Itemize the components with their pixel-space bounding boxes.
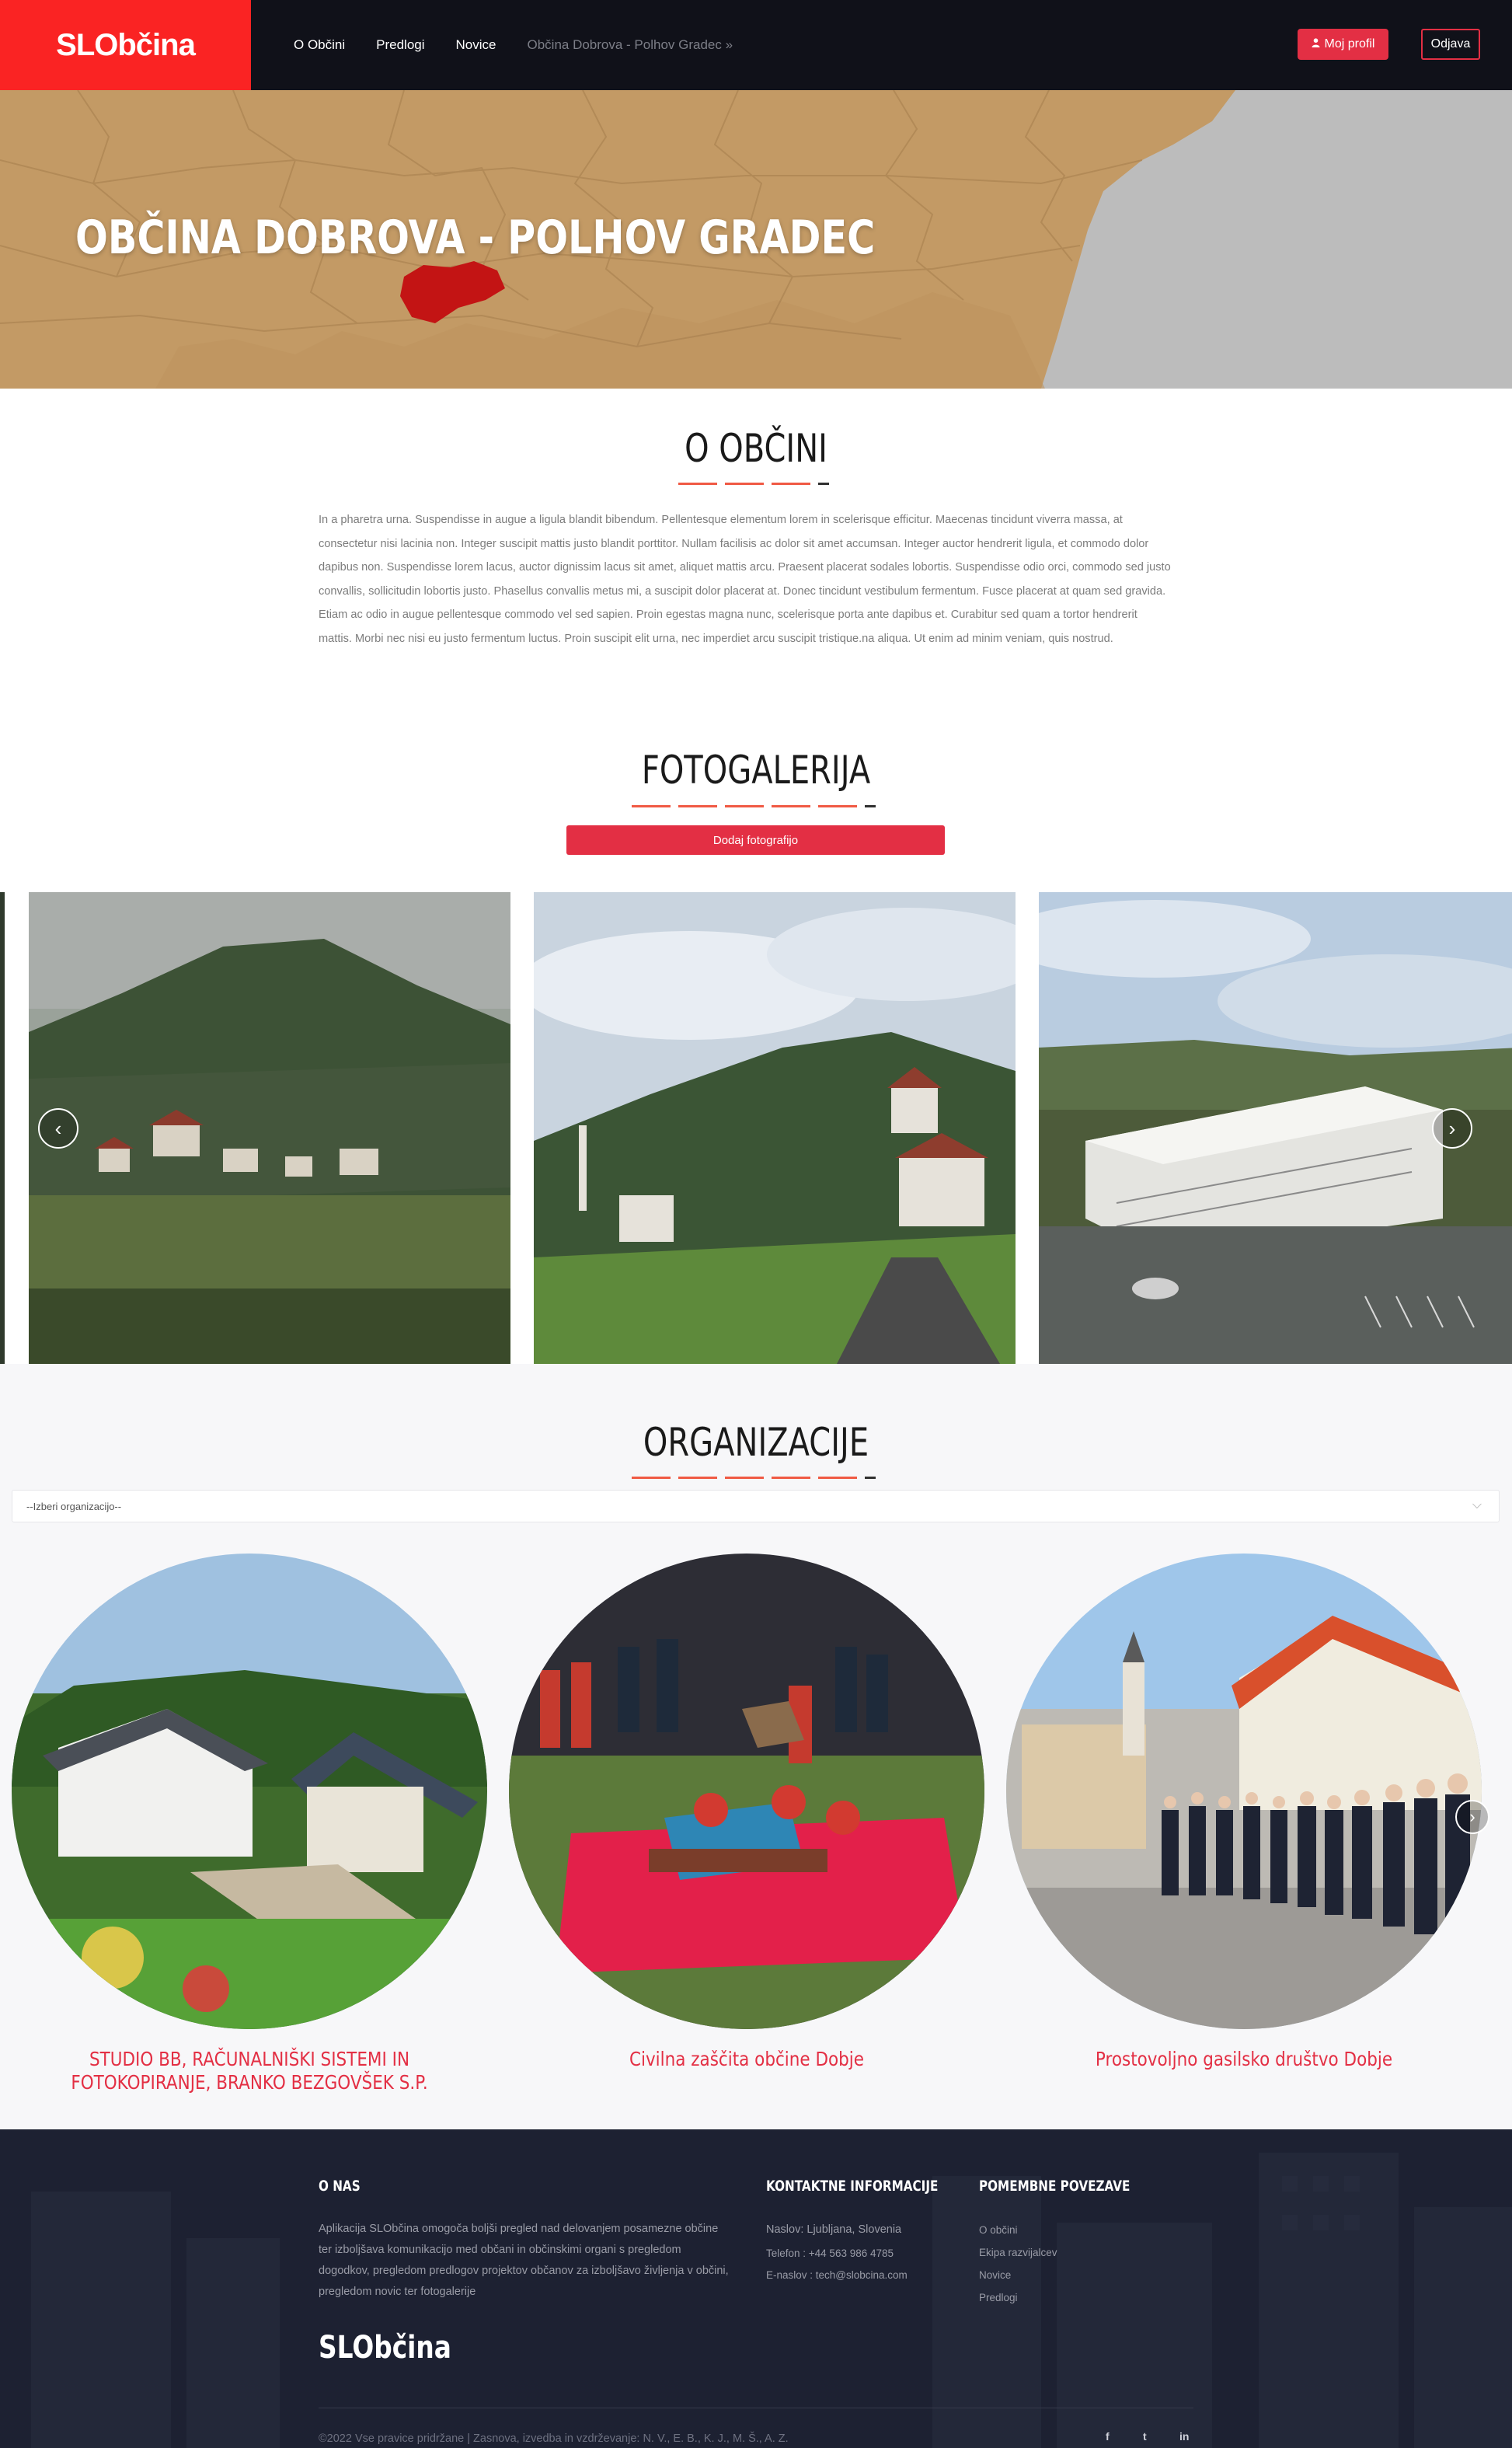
- gallery-prev-arrow[interactable]: ‹: [38, 1108, 78, 1149]
- organization-name[interactable]: STUDIO BB, RAČUNALNIŠKI SISTEMI IN FOTOK…: [45, 2048, 454, 2094]
- gallery-title-underline: [632, 805, 876, 807]
- chevron-left-icon: ‹: [54, 1116, 62, 1140]
- about-text: In a pharetra urna. Suspendisse in augue…: [319, 514, 1171, 645]
- footer-contact-email[interactable]: E-naslov : tech@slobcina.com: [766, 2264, 908, 2286]
- nav-link-o-obcini[interactable]: O Občini: [294, 37, 345, 53]
- photo-gallery-carousel: ‹ ›: [0, 892, 1512, 1364]
- organization-name[interactable]: Prostovoljno gasilsko društvo Dobje: [1040, 2048, 1448, 2071]
- footer-contact-address: Naslov: Ljubljana, Slovenia: [766, 2223, 902, 2236]
- gallery-photo[interactable]: [29, 892, 510, 1364]
- gallery-photo-partial: [0, 892, 5, 1364]
- footer-link-o-obcini[interactable]: O občini: [979, 2219, 1018, 2241]
- nav-link-novice[interactable]: Novice: [456, 37, 496, 53]
- profile-button-label: Moj profil: [1324, 37, 1375, 51]
- footer: [0, 2129, 1512, 2448]
- footer-links-title: POMEMBNE POVEZAVE: [979, 2178, 1131, 2195]
- organization-card[interactable]: Civilna zaščita občine Dobje: [509, 1554, 984, 2071]
- logout-button[interactable]: Odjava: [1421, 29, 1480, 60]
- organization-select[interactable]: --Izberi organizacijo-- ⌵: [12, 1490, 1500, 1522]
- profile-button[interactable]: Moj profil: [1298, 29, 1388, 60]
- nav-link-predlogi[interactable]: Predlogi: [376, 37, 424, 53]
- linkedin-icon[interactable]: in: [1179, 2430, 1189, 2443]
- organization-photo: [1006, 1554, 1482, 2029]
- footer-link-ekipa[interactable]: Ekipa razvijalcev: [979, 2241, 1057, 2264]
- brand-logo[interactable]: SLObčina: [0, 0, 251, 90]
- footer-about-text: Aplikacija SLObčina omogoča boljši pregl…: [319, 2223, 729, 2298]
- organization-select-value: --Izberi organizacijo--: [26, 1500, 122, 1512]
- footer-brand[interactable]: SLObčina: [319, 2330, 451, 2366]
- chevron-right-icon: ›: [1448, 1116, 1456, 1140]
- facebook-icon[interactable]: f: [1106, 2430, 1110, 2443]
- about-title-underline: [678, 483, 829, 485]
- hero-banner: OBČINA DOBROVA - POLHOV GRADEC: [0, 90, 1512, 389]
- organization-photo: [12, 1554, 487, 2029]
- twitter-icon[interactable]: t: [1143, 2430, 1147, 2443]
- chevron-right-icon: ›: [1469, 1807, 1475, 1826]
- footer-about-title: O NAS: [319, 2178, 361, 2195]
- top-navbar: SLObčina O Občini Predlogi Novice Občina…: [0, 0, 1512, 90]
- breadcrumb[interactable]: Občina Dobrova - Polhov Gradec »: [527, 37, 733, 53]
- footer-link-novice[interactable]: Novice: [979, 2264, 1011, 2286]
- about-section-title: O OBČINI: [685, 426, 827, 471]
- nav-links: O Občini Predlogi Novice Občina Dobrova …: [294, 0, 733, 90]
- add-photo-button[interactable]: Dodaj fotografijo: [566, 825, 945, 855]
- organization-card[interactable]: Prostovoljno gasilsko društvo Dobje: [1006, 1554, 1482, 2071]
- footer-contact-phone: Telefon : +44 563 986 4785: [766, 2247, 894, 2259]
- organizations-next-arrow[interactable]: ›: [1455, 1800, 1489, 1834]
- user-icon: [1312, 37, 1320, 51]
- footer-background-image: [0, 2129, 1512, 2448]
- footer-link-predlogi[interactable]: Predlogi: [979, 2286, 1018, 2309]
- footer-copyright: ©2022 Vse pravice pridržane | Zasnova, i…: [319, 2432, 789, 2445]
- page-title: OBČINA DOBROVA - POLHOV GRADEC: [75, 211, 876, 265]
- chevron-down-icon: ⌵: [1472, 1498, 1482, 1512]
- organization-photo: [509, 1554, 984, 2029]
- gallery-photo[interactable]: [534, 892, 1016, 1364]
- gallery-section-title: FOTOGALERIJA: [641, 748, 871, 793]
- footer-contact-title: KONTAKTNE INFORMACIJE: [766, 2178, 939, 2195]
- organization-card[interactable]: STUDIO BB, RAČUNALNIŠKI SISTEMI IN FOTOK…: [12, 1554, 487, 2094]
- gallery-next-arrow[interactable]: ›: [1432, 1108, 1472, 1149]
- organizations-section-title: ORGANIZACIJE: [643, 1420, 869, 1465]
- organization-name[interactable]: Civilna zaščita občine Dobje: [542, 2048, 951, 2071]
- organizations-title-underline: [632, 1477, 876, 1479]
